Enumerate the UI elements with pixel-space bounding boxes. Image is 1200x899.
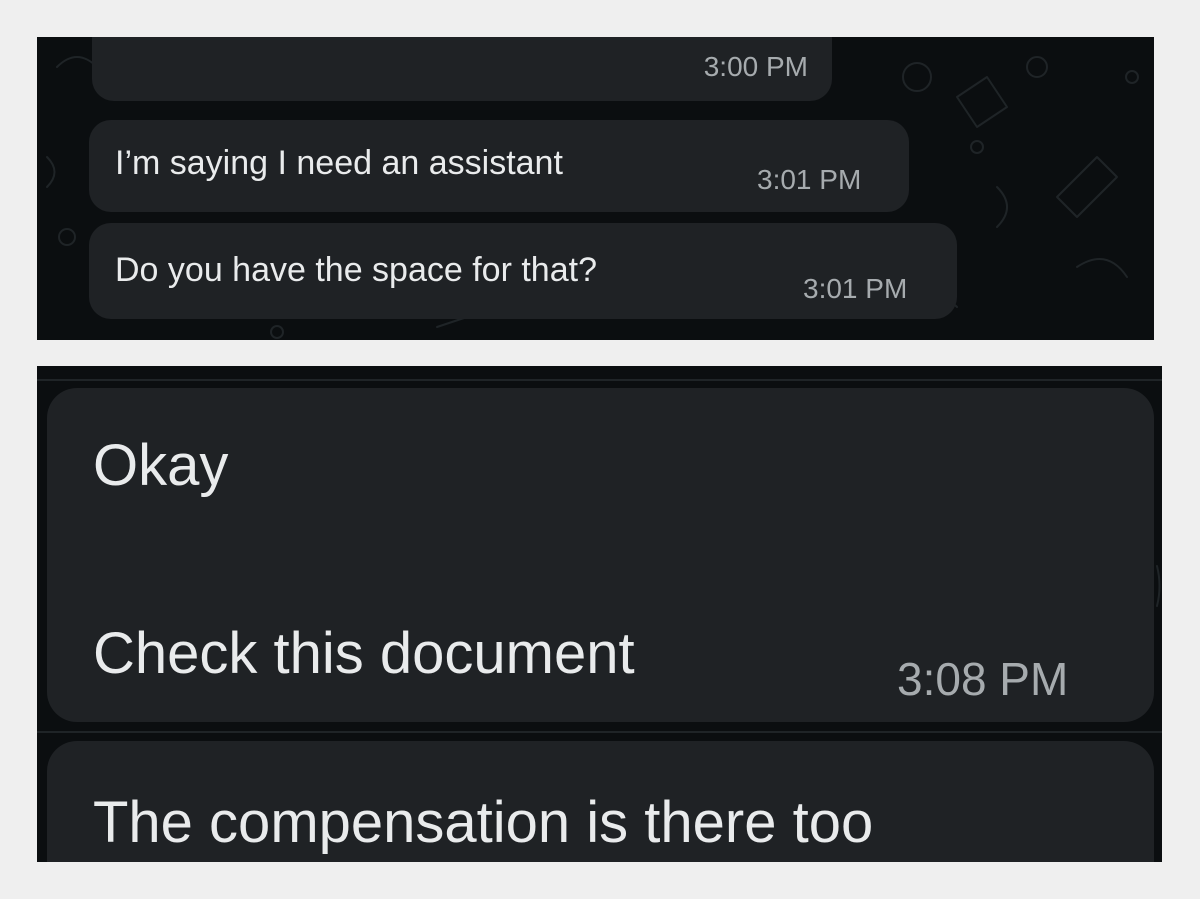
- message-text: The compensation is there too: [93, 790, 874, 855]
- message-text: Do you have the space for that?: [115, 251, 597, 289]
- message-bubble: Do you have the space for that? 3:01 PM: [89, 223, 957, 319]
- message-text: Check this document: [93, 621, 635, 686]
- message-bubble: Okay Check this document 3:08 PM: [47, 388, 1154, 722]
- message-text: Okay: [93, 433, 229, 498]
- chat-screenshot-bottom: Okay Check this document 3:08 PM The com…: [37, 366, 1162, 862]
- message-timestamp: 3:08 PM: [897, 653, 1069, 705]
- message-text: I’m saying I need an assistant: [115, 144, 563, 182]
- message-bubble: The compensation is there too: [47, 741, 1154, 862]
- message-timestamp: 3:01 PM: [757, 164, 862, 195]
- message-timestamp: 3:01 PM: [803, 273, 908, 304]
- chat-screenshot-top: 3:00 PM I’m saying I need an assistant 3…: [37, 37, 1154, 340]
- message-bubble: 3:00 PM: [92, 37, 832, 101]
- message-timestamp: 3:00 PM: [703, 51, 808, 82]
- message-bubble: I’m saying I need an assistant 3:01 PM: [89, 120, 909, 212]
